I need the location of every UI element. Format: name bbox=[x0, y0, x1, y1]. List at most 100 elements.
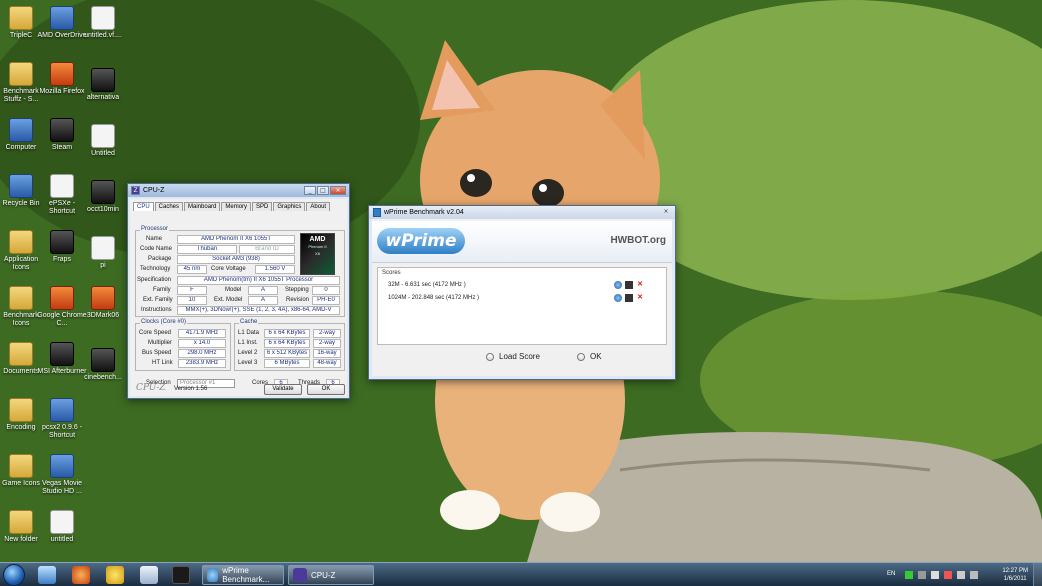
save-icon[interactable] bbox=[625, 281, 633, 289]
tab-memory[interactable]: Memory bbox=[221, 202, 252, 211]
desktop-icon[interactable]: cinebench... bbox=[78, 348, 128, 382]
amd-logo-subtext: Phenom II bbox=[308, 244, 327, 249]
recycle-bin-icon bbox=[9, 174, 33, 198]
close-button[interactable]: × bbox=[660, 208, 672, 217]
afterburner-tray-icon[interactable] bbox=[944, 571, 952, 579]
nvidia-icon[interactable] bbox=[905, 571, 913, 579]
desktop-icon[interactable]: pi bbox=[78, 236, 128, 270]
save-icon[interactable] bbox=[625, 294, 633, 302]
desktop-icon-label: Benchmark Icons bbox=[3, 312, 39, 327]
extfamily-label: Ext. Family bbox=[143, 297, 173, 303]
minimize-button[interactable]: _ bbox=[304, 186, 316, 195]
globe-icon[interactable] bbox=[614, 294, 622, 302]
clocks-group-title: Clocks (Core #0) bbox=[140, 319, 188, 325]
clock[interactable]: 12:27 PM 1/6/2011 bbox=[1002, 567, 1028, 583]
desktop-icon[interactable]: untitled bbox=[37, 510, 87, 544]
show-desktop-button[interactable] bbox=[1033, 563, 1042, 586]
cache-group-title: Cache bbox=[239, 319, 259, 325]
delete-icon[interactable]: ✕ bbox=[636, 281, 644, 289]
volume-icon[interactable] bbox=[970, 571, 978, 579]
score-actions: ✕ bbox=[614, 294, 644, 302]
fraps-icon[interactable] bbox=[172, 566, 190, 584]
l1inst-way: 2-way bbox=[313, 339, 341, 348]
cinebench-icon bbox=[91, 348, 115, 372]
stepping-label: Stepping bbox=[285, 287, 309, 293]
ie-icon[interactable] bbox=[38, 566, 56, 584]
ok-label: OK bbox=[590, 352, 602, 361]
multiplier-label: Multiplier bbox=[148, 340, 173, 346]
level3-value: 6 MBytes bbox=[264, 359, 310, 368]
network-icon[interactable] bbox=[957, 571, 965, 579]
desktop-icon[interactable]: Untitled bbox=[78, 124, 128, 158]
score-row-1024m: 1024M - 202.848 sec (4172 MHz ) bbox=[388, 295, 480, 301]
document-icon bbox=[91, 6, 115, 30]
fraps-icon bbox=[50, 230, 74, 254]
delete-icon[interactable]: ✕ bbox=[636, 294, 644, 302]
revision-value: PH-E0 bbox=[312, 296, 340, 305]
extfamily-value: 10 bbox=[177, 296, 207, 305]
technology-label: Technology bbox=[140, 266, 171, 272]
folder-icon bbox=[9, 6, 33, 30]
start-button[interactable] bbox=[3, 564, 25, 586]
desktop-icon[interactable]: occt10min bbox=[78, 180, 128, 214]
desktop-icon-label: Application Icons bbox=[3, 256, 39, 271]
desktop-icon[interactable]: Vegas Movie Studio HD ... bbox=[37, 454, 87, 496]
amd-logo-x6: X6 bbox=[315, 251, 320, 256]
hwbot-logo[interactable]: HWBOT.org bbox=[610, 235, 666, 246]
globe-icon[interactable] bbox=[614, 281, 622, 289]
model-value: A bbox=[248, 286, 278, 295]
desktop-icon-label: alternativa bbox=[86, 94, 120, 101]
stepping-value: 0 bbox=[312, 286, 340, 295]
validate-button[interactable]: Validate bbox=[264, 384, 302, 395]
desktop-icon-label: Vegas Movie Studio HD ... bbox=[41, 480, 83, 495]
wprime-titlebar[interactable]: wPrime Benchmark v2.04 × bbox=[369, 206, 675, 219]
amd-logo-text: AMD bbox=[309, 236, 326, 243]
desktop-icon-label: untitled bbox=[50, 536, 74, 543]
tab-cpu[interactable]: CPU bbox=[133, 202, 154, 211]
clock-date: 1/6/2011 bbox=[1003, 576, 1027, 582]
taskbar-cpuz[interactable]: CPU-Z bbox=[288, 565, 374, 585]
media-icon[interactable] bbox=[106, 566, 124, 584]
tab-mainboard[interactable]: Mainboard bbox=[184, 202, 221, 211]
desktop-icon[interactable]: 3DMark06 bbox=[78, 286, 128, 320]
action-center-icon[interactable] bbox=[931, 571, 939, 579]
desktop-icon-label: cinebench... bbox=[84, 374, 122, 381]
firefox-icon[interactable] bbox=[72, 566, 90, 584]
folder-icon bbox=[9, 454, 33, 478]
wprime-icon bbox=[207, 568, 219, 582]
htlink-label: HT Link bbox=[152, 360, 173, 366]
level2-way: 16-way bbox=[313, 349, 341, 358]
tray-icon[interactable] bbox=[918, 571, 926, 579]
desktop-icon-label: Benchmark Stuffz - S... bbox=[3, 88, 39, 103]
instructions-value: MMX(+), 3DNow!(+), SSE (1, 2, 3, 4A), x8… bbox=[177, 306, 340, 315]
tab-graphics[interactable]: Graphics bbox=[273, 202, 306, 211]
tab-about[interactable]: About bbox=[306, 202, 331, 211]
corevoltage-label: Core Voltage bbox=[211, 266, 246, 272]
language-indicator[interactable]: EN bbox=[887, 571, 895, 577]
radio-dot bbox=[577, 352, 585, 361]
cpuz-ok-button[interactable]: OK bbox=[307, 384, 345, 395]
cpuz-title: CPU-Z bbox=[143, 187, 165, 194]
level2-label: Level 2 bbox=[238, 350, 258, 356]
firefox-icon bbox=[50, 62, 74, 86]
file-icon[interactable] bbox=[140, 566, 158, 584]
computer-icon bbox=[9, 118, 33, 142]
family-label: Family bbox=[153, 287, 171, 293]
maximize-button[interactable]: □ bbox=[317, 186, 329, 195]
tab-spd[interactable]: SPD bbox=[252, 202, 273, 211]
l1data-value: 6 x 64 KBytes bbox=[264, 329, 310, 338]
cpuz-icon bbox=[293, 568, 307, 582]
desktop-icon[interactable]: untitled.vf.... bbox=[78, 6, 128, 40]
close-button[interactable]: × bbox=[330, 186, 346, 195]
desktop-icon-label: Fraps bbox=[53, 256, 71, 263]
ok-radio[interactable]: OK bbox=[577, 352, 602, 361]
steam-icon bbox=[50, 118, 74, 142]
desktop-icon[interactable]: pcsx2 0.9.6 - Shortcut bbox=[37, 398, 87, 440]
load-score-radio[interactable]: Load Score bbox=[486, 352, 540, 361]
desktop-icon[interactable]: alternativa bbox=[78, 68, 128, 102]
tab-caches[interactable]: Caches bbox=[154, 202, 184, 211]
wprime-app-icon bbox=[373, 208, 381, 217]
multiplier-value: x 14.0 bbox=[178, 339, 226, 348]
cpuz-titlebar[interactable]: Z CPU-Z _ □ × bbox=[128, 184, 349, 197]
taskbar-wprime[interactable]: wPrime Benchmark... bbox=[202, 565, 284, 585]
